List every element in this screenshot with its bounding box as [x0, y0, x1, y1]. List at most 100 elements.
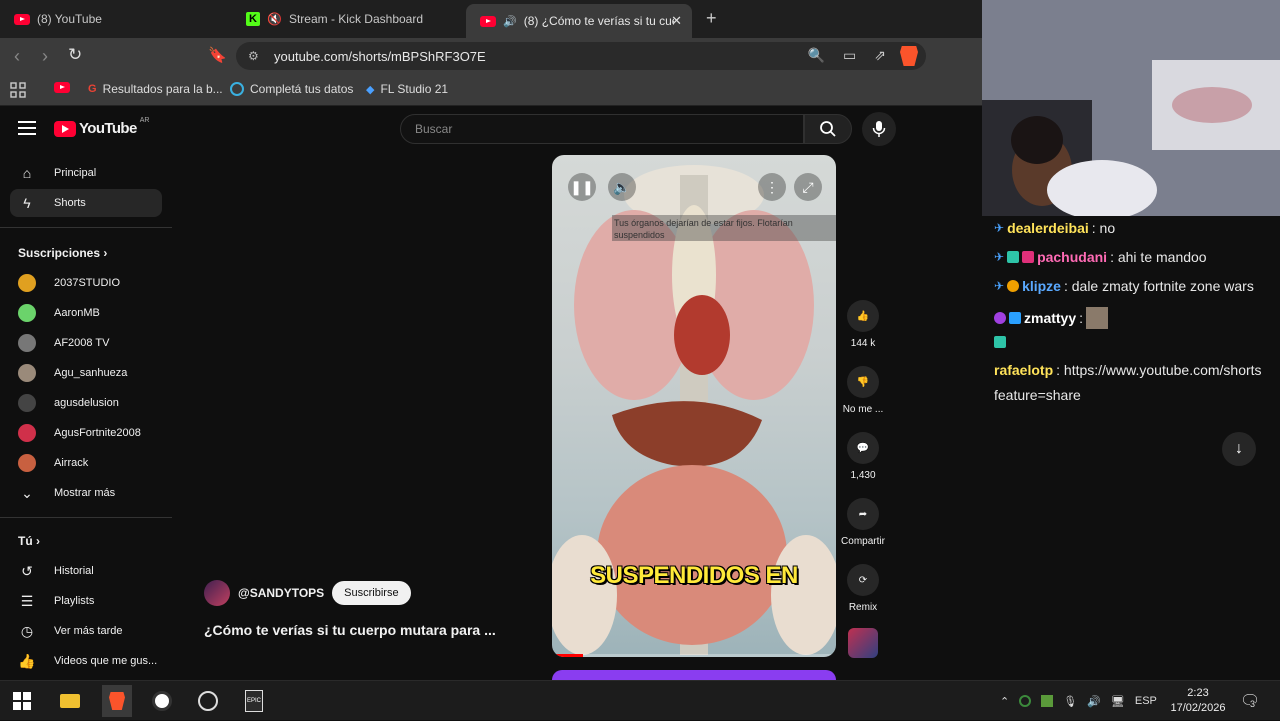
- address-bar[interactable]: ⚙ youtube.com/shorts/mBPShRF3O7E 🔍 ▭ ⇗: [236, 42, 926, 70]
- region-code: AR: [139, 117, 150, 124]
- forward-icon[interactable]: ›: [42, 46, 48, 67]
- epic-games-icon[interactable]: EPIC: [242, 689, 266, 713]
- comments-action[interactable]: 💬 1,430: [842, 432, 884, 481]
- channel-name[interactable]: @SANDYTOPS: [238, 586, 324, 600]
- chevron-down-icon: ⌄: [21, 484, 33, 501]
- subscription-label: AgusFortnite2008: [54, 427, 141, 439]
- zoom-icon[interactable]: 🔍: [808, 47, 825, 64]
- notification-center-icon[interactable]: 🗨3: [1240, 691, 1260, 711]
- tab-kick[interactable]: K 🔇 Stream - Kick Dashboard: [232, 0, 462, 38]
- reload-icon[interactable]: ↻: [68, 45, 82, 65]
- video-progress-bar[interactable]: [552, 654, 836, 657]
- fullscreen-button[interactable]: ⤢: [794, 173, 822, 201]
- youtube-logo[interactable]: YouTube AR: [54, 117, 150, 137]
- webcam-feed: [982, 0, 1280, 216]
- bookmark-google[interactable]: G Resultados para la b...: [88, 82, 223, 96]
- share-icon[interactable]: ⇗: [874, 47, 886, 64]
- sidebar-item-shorts[interactable]: ϟ Shorts: [10, 189, 162, 217]
- show-more-button[interactable]: ⌄ Mostrar más: [10, 479, 162, 507]
- subtitle-text: Tus órganos dejarían de estar fijos. Flo…: [614, 218, 793, 240]
- sidebar-subscription[interactable]: AgusFortnite2008: [10, 419, 162, 447]
- file-explorer-icon[interactable]: [58, 689, 82, 713]
- short-video-player[interactable]: Tus órganos dejarían de estar fijos. Flo…: [552, 155, 836, 657]
- tab-youtube[interactable]: (8) YouTube: [0, 0, 230, 38]
- obs-icon[interactable]: [196, 689, 220, 713]
- back-icon[interactable]: ‹: [14, 46, 20, 67]
- sidebar-item-historial[interactable]: ↺ Historial: [10, 557, 162, 585]
- tray-app-icon[interactable]: [1041, 695, 1054, 707]
- volume-icon[interactable]: 🔊: [1087, 695, 1101, 708]
- remix-button[interactable]: ⟳: [847, 564, 879, 596]
- sidebar-item-liked[interactable]: 👍 Videos que me gus...: [10, 647, 162, 675]
- chat-message: rafaelotp: https://www.youtube.com/short…: [994, 362, 1262, 378]
- subscriptions-header[interactable]: Suscripciones ›: [18, 246, 107, 260]
- you-header[interactable]: Tú ›: [18, 534, 40, 548]
- tray-app-icon[interactable]: [1019, 695, 1032, 707]
- sidebar-item-principal[interactable]: ⌂ Principal: [10, 159, 162, 187]
- sidebar-item-playlists[interactable]: ☰ Playlists: [10, 587, 162, 615]
- hamburger-menu-icon[interactable]: [18, 121, 36, 135]
- voice-search-button[interactable]: [862, 112, 896, 146]
- sound-thumbnail[interactable]: [848, 628, 878, 658]
- volume-button[interactable]: 🔈: [608, 173, 636, 201]
- new-tab-button[interactable]: +: [706, 8, 717, 29]
- share-button[interactable]: ➦: [847, 498, 879, 530]
- thumbs-down-icon: 👎: [856, 376, 870, 388]
- badge-icon: [1022, 251, 1035, 263]
- sidebar-item-watch-later[interactable]: ◷ Ver más tarde: [10, 617, 162, 645]
- search-button[interactable]: [804, 114, 852, 144]
- sidebar-subscription[interactable]: Agu_sanhueza: [10, 359, 162, 387]
- bookmarks-bar: G Resultados para la b... Completá tus d…: [0, 74, 982, 106]
- bookmark-flstudio[interactable]: ◆ FL Studio 21: [366, 82, 448, 96]
- like-button[interactable]: 👍: [847, 300, 879, 332]
- next-short-preview[interactable]: [552, 670, 836, 680]
- dislike-action[interactable]: 👎 No me ...: [842, 366, 884, 415]
- section-title: Tú: [18, 534, 33, 548]
- channel-avatar: [18, 334, 36, 352]
- clock-app-icon[interactable]: [150, 689, 174, 713]
- windows-start-icon[interactable]: [10, 689, 34, 713]
- microphone-icon[interactable]: 🎙: [1063, 695, 1077, 708]
- badge-icon: [994, 336, 1006, 348]
- audio-playing-icon: 🔊: [503, 15, 517, 28]
- clock[interactable]: 2:23 17/02/2026: [1164, 686, 1232, 716]
- cast-icon[interactable]: ▭: [843, 47, 856, 64]
- sidebar-subscription[interactable]: AF2008 TV: [10, 329, 162, 357]
- bookmark-youtube[interactable]: [54, 82, 70, 93]
- sidebar-subscription[interactable]: 2037STUDIO: [10, 269, 162, 297]
- bookmark-completa[interactable]: Completá tus datos: [230, 82, 353, 96]
- subscribe-button[interactable]: Suscribirse: [332, 581, 411, 605]
- close-tab-icon[interactable]: ✕: [671, 13, 682, 29]
- sidebar-subscription[interactable]: Airrack: [10, 449, 162, 477]
- chat-username: zmattyy: [1024, 310, 1077, 326]
- ring-icon: [230, 82, 244, 96]
- subscription-label: 2037STUDIO: [54, 277, 121, 289]
- sidebar-subscription[interactable]: AaronMB: [10, 299, 162, 327]
- share-action[interactable]: ➦ Compartir: [841, 498, 885, 547]
- dislike-button[interactable]: 👎: [847, 366, 879, 398]
- more-options-button[interactable]: ⋮: [758, 173, 786, 201]
- badge-icon: [994, 312, 1006, 324]
- tab-short[interactable]: 🔊 (8) ¿Cómo te verías si tu cuerp ✕: [466, 4, 692, 38]
- comments-button[interactable]: 💬: [847, 432, 879, 464]
- network-icon[interactable]: 🖥: [1111, 695, 1125, 708]
- apps-grid-icon[interactable]: [10, 82, 26, 98]
- site-settings-icon[interactable]: ⚙: [248, 49, 259, 63]
- arrow-down-icon: ↓: [1235, 440, 1243, 457]
- search-input[interactable]: Buscar: [400, 114, 804, 144]
- brave-taskbar-icon[interactable]: [102, 685, 132, 717]
- input-language[interactable]: ESP: [1135, 695, 1157, 707]
- remix-action[interactable]: ⟳ Remix: [842, 564, 884, 613]
- pin-icon: ✈: [994, 279, 1005, 293]
- browser-window: (8) YouTube K 🔇 Stream - Kick Dashboard …: [0, 0, 982, 680]
- short-title[interactable]: ¿Cómo te verías si tu cuerpo mutara para…: [204, 622, 496, 638]
- like-action[interactable]: 👍 144 k: [842, 300, 884, 349]
- channel-avatar: [18, 454, 36, 472]
- bookmark-icon[interactable]: 🔖: [208, 46, 227, 64]
- scroll-down-button[interactable]: ↓: [1222, 432, 1256, 466]
- pause-button[interactable]: ❚❚: [568, 173, 596, 201]
- chevron-up-icon[interactable]: ⌃: [1000, 695, 1009, 708]
- sidebar-subscription[interactable]: agusdelusion: [10, 389, 162, 417]
- channel-avatar[interactable]: [204, 580, 230, 606]
- video-caption: SUSPENDIDOS EN: [590, 562, 798, 589]
